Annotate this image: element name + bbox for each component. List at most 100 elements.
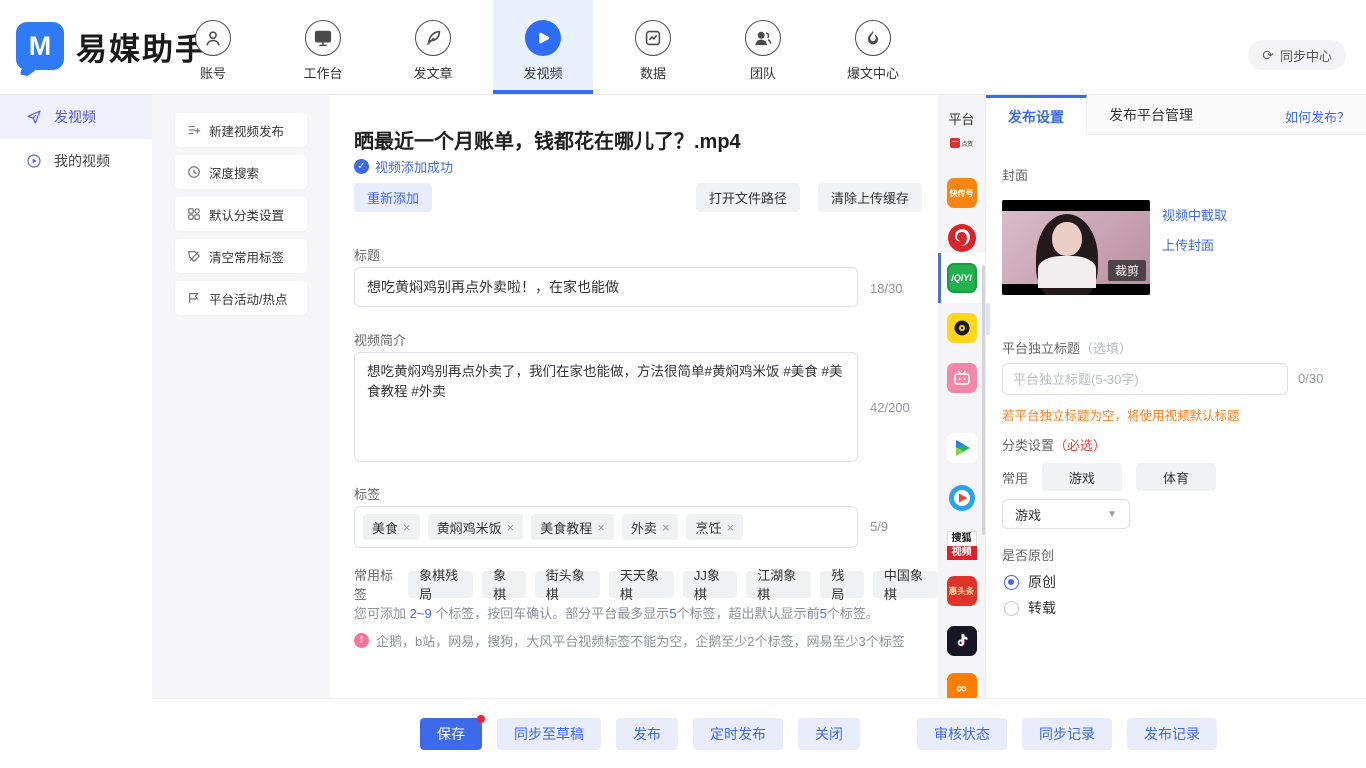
original-label: 是否原创	[1002, 545, 1054, 564]
save-button[interactable]: 保存	[420, 718, 482, 750]
nav-item-data[interactable]: 数据	[603, 0, 703, 94]
sohu-video-icon: 搜狐 视频	[947, 531, 977, 560]
tag-text: 美食教程	[540, 518, 592, 537]
title-counter: 18/30	[870, 281, 903, 296]
cover-thumbnail[interactable]: 裁剪	[1002, 200, 1150, 295]
tags-counter: 5/9	[870, 519, 888, 534]
common-tag[interactable]: 街头象棋	[535, 571, 600, 598]
sync-log-button[interactable]: 同步记录	[1022, 718, 1112, 750]
description-textarea[interactable]: 想吃黄焖鸡别再点外卖了，我们在家也能做，方法很简单#黄焖鸡米饭 #美食 #美食教…	[354, 352, 858, 462]
platform-activity-button[interactable]: 平台活动/热点	[175, 281, 307, 315]
panel-scrollbar[interactable]	[986, 303, 990, 335]
tag-clear-icon	[187, 249, 201, 263]
platform-tencent-video-icon[interactable]	[938, 426, 985, 470]
independent-title-input[interactable]	[1002, 363, 1288, 395]
publish-log-button[interactable]: 发布记录	[1127, 718, 1217, 750]
open-file-path-button[interactable]: 打开文件路径	[696, 183, 800, 212]
review-status-button[interactable]: 审核状态	[917, 718, 1007, 750]
common-tags-label: 常用标签	[354, 565, 397, 603]
tag-remove-icon[interactable]: ×	[726, 520, 734, 535]
nav-label: 发视频	[523, 63, 562, 82]
common-tag[interactable]: JJ象棋	[683, 571, 737, 598]
sidebar-item-publish-video[interactable]: 发视频	[0, 95, 152, 139]
category-common-label: 常用	[1002, 468, 1028, 487]
platform-bilibili-icon[interactable]	[938, 356, 985, 400]
crop-badge[interactable]: 裁剪	[1108, 260, 1146, 281]
nav-item-publish-video[interactable]: 发视频	[493, 0, 593, 94]
tag-pill: 外卖 ×	[622, 514, 679, 540]
category-option-sports[interactable]: 体育	[1136, 463, 1216, 491]
tag-remove-icon[interactable]: ×	[403, 520, 411, 535]
common-tag[interactable]: 天天象棋	[609, 571, 674, 598]
category-option-game[interactable]: 游戏	[1042, 463, 1122, 491]
unsaved-badge	[477, 715, 485, 723]
flame-icon	[855, 20, 891, 56]
platform-sohu-video-icon[interactable]: 搜狐 视频	[938, 523, 985, 567]
tags-warning-text: 企鹅，b站，网易，搜狗，大风平台视频标签不能为空，企鹅至少2个标签，网易至少3个…	[376, 631, 905, 650]
nav-label: 账号	[200, 63, 226, 82]
radio-repost[interactable]: 转载	[1004, 598, 1056, 618]
platform-yidian-zixun-icon[interactable]: 一点资	[938, 130, 985, 156]
tags-hint: 您可添加 2~9 个标签，按回车确认。部分平台最多显示5个标签，超出默认显示前5…	[354, 603, 879, 622]
title-input[interactable]	[354, 267, 858, 307]
tag-text: 外卖	[631, 518, 657, 537]
blue-play-icon	[947, 483, 977, 513]
clear-common-tags-button[interactable]: 清空常用标签	[175, 239, 307, 273]
category-selected-value: 游戏	[1015, 505, 1041, 524]
description-field-label: 视频简介	[354, 330, 406, 349]
capture-from-video-link[interactable]: 视频中截取	[1162, 205, 1227, 224]
hint-text: 个标签，超出默认显示前	[677, 606, 820, 621]
tool-label: 深度搜索	[209, 163, 259, 182]
video-status-text: 视频添加成功	[375, 157, 453, 176]
tag-text: 美食	[372, 518, 398, 537]
category-select[interactable]: 游戏 ▼	[1002, 499, 1130, 529]
common-tag[interactable]: 江湖象棋	[746, 571, 811, 598]
tag-remove-icon[interactable]: ×	[662, 520, 670, 535]
nav-item-team[interactable]: 团队	[713, 0, 813, 94]
platform-kuaishou-icon[interactable]: ∞	[938, 666, 985, 698]
nav-item-publish-article[interactable]: 发文章	[383, 0, 483, 94]
platform-blue-play-icon[interactable]	[938, 476, 985, 520]
clear-upload-cache-button[interactable]: 清除上传缓存	[818, 183, 922, 212]
sidebar-item-label: 发视频	[54, 107, 96, 127]
close-button[interactable]: 关闭	[798, 718, 860, 750]
radio-original[interactable]: 原创	[1004, 572, 1056, 592]
nav-item-account[interactable]: 账号	[163, 0, 263, 94]
radio-repost-label: 转载	[1028, 598, 1056, 618]
check-icon: ✓	[354, 159, 369, 174]
tab-publish-settings[interactable]: 发布设置	[986, 95, 1087, 135]
sidebar-item-my-videos[interactable]: 我的视频	[0, 139, 152, 183]
sync-center-label: 同步中心	[1280, 46, 1332, 65]
deep-search-button[interactable]: 深度搜索	[175, 155, 307, 189]
platform-record-camera-icon[interactable]	[938, 306, 985, 350]
platform-iqiyi-icon[interactable]: iQIYI	[938, 253, 985, 303]
common-tag[interactable]: 中国象棋	[873, 571, 938, 598]
tag-remove-icon[interactable]: ×	[507, 520, 515, 535]
header: M 易媒助手 账号 工作台 发文章 发视频 数据	[0, 0, 1366, 95]
common-tag[interactable]: 象棋残局	[408, 571, 473, 598]
platform-douyin-icon[interactable]	[938, 619, 985, 663]
nav-item-workbench[interactable]: 工作台	[273, 0, 373, 94]
common-tag[interactable]: 残局	[820, 571, 864, 598]
platform-huitoutiao-icon[interactable]: 惠头条	[938, 569, 985, 613]
common-tag[interactable]: 象棋	[482, 571, 526, 598]
readd-video-button[interactable]: 重新添加	[354, 183, 432, 212]
tags-input-box[interactable]: 美食× 黄焖鸡米饭× 美食教程× 外卖× 烹饪×	[354, 506, 858, 548]
nav-item-hot-center[interactable]: 爆文中心	[823, 0, 923, 94]
tag-remove-icon[interactable]: ×	[597, 520, 605, 535]
sync-to-draft-button[interactable]: 同步至草稿	[497, 718, 601, 750]
video-filename: 晒最近一个月账单，钱都花在哪儿了？.mp4	[354, 125, 741, 154]
default-category-button[interactable]: 默认分类设置	[175, 197, 307, 231]
tag-pill: 黄焖鸡米饭×	[428, 514, 524, 540]
platform-kuaichuan-icon[interactable]: 快传号	[938, 171, 985, 215]
publish-button[interactable]: 发布	[616, 718, 678, 750]
cover-label: 封面	[1002, 165, 1028, 184]
tab-platform-management[interactable]: 发布平台管理	[1087, 95, 1215, 135]
schedule-publish-button[interactable]: 定时发布	[693, 718, 783, 750]
sidebar-item-label: 我的视频	[54, 151, 110, 171]
how-to-publish-link[interactable]: 如何发布？	[1285, 107, 1350, 126]
new-video-publish-button[interactable]: 新建视频发布	[175, 113, 307, 147]
kuaishou-icon: ∞	[947, 673, 977, 698]
upload-cover-link[interactable]: 上传封面	[1162, 235, 1214, 254]
sync-center-button[interactable]: ⟳ 同步中心	[1248, 40, 1346, 70]
